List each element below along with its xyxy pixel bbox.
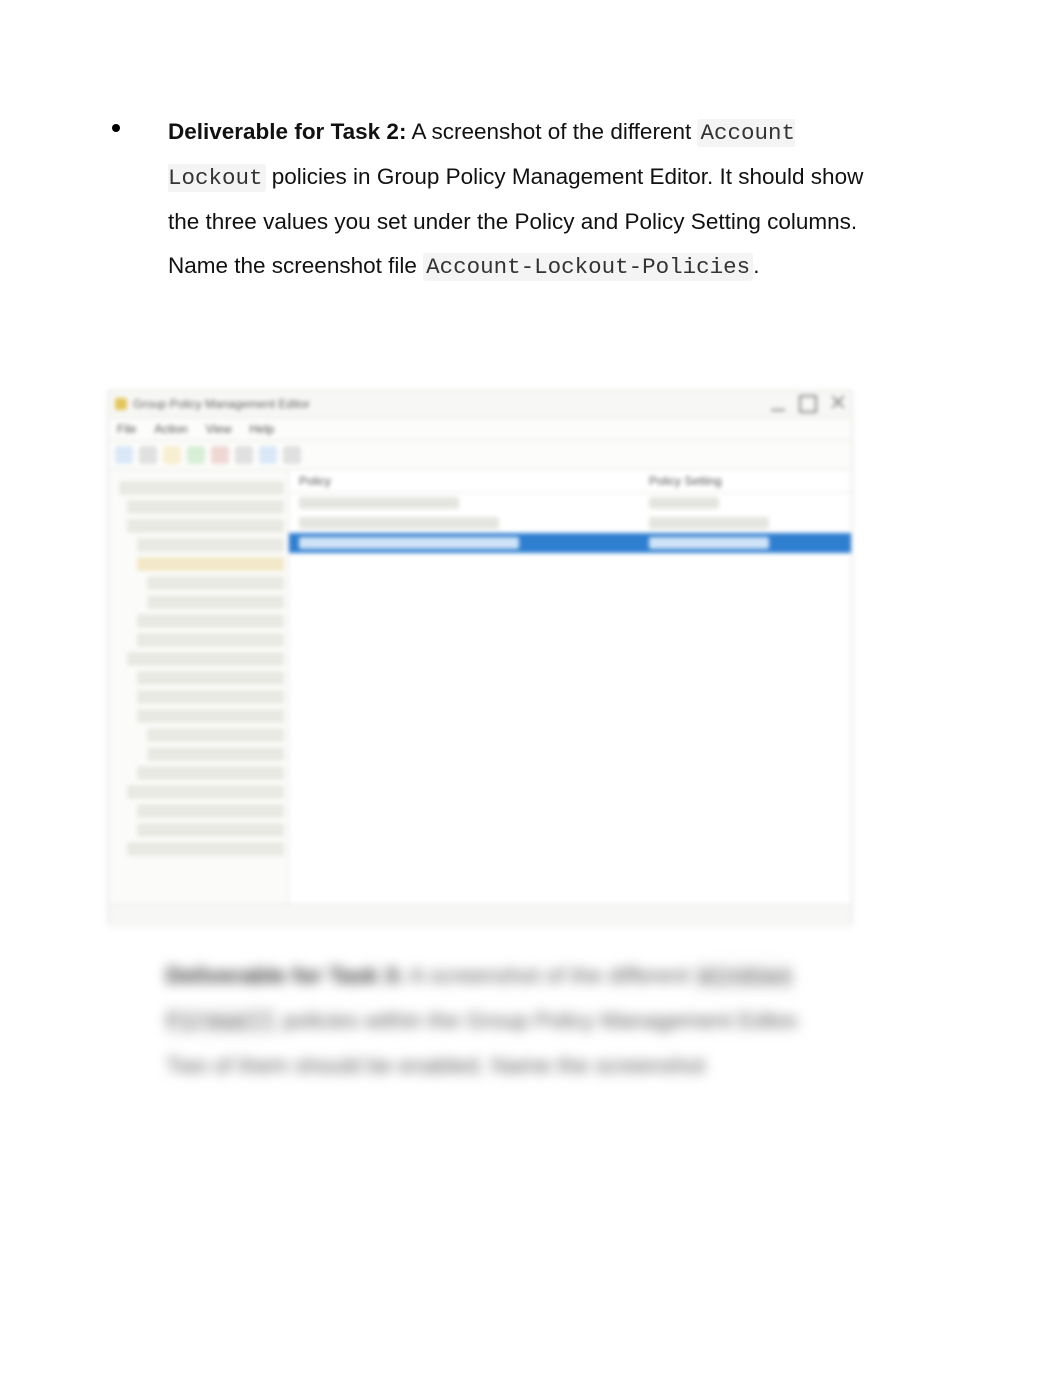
task2-bullet-item: Deliverable for Task 2: A screenshot of … [136, 110, 876, 289]
toolbar-icon [283, 446, 301, 464]
maximize-icon [799, 395, 817, 413]
toolbar-icon [187, 446, 205, 464]
menubar: File Action View Help [109, 418, 851, 441]
task2-label: Deliverable for Task 2: [168, 119, 406, 144]
toolbar [109, 441, 851, 470]
tree-node [137, 690, 284, 704]
cell-placeholder [649, 537, 769, 549]
policy-list: Policy Policy Setting [289, 470, 851, 904]
cell-placeholder [299, 537, 519, 549]
tree-node [147, 747, 284, 761]
tree-node [147, 728, 284, 742]
gpme-screenshot-blurred: Group Policy Management Editor File Acti… [108, 390, 852, 924]
column-setting: Policy Setting [639, 474, 851, 488]
tree-node [119, 481, 284, 495]
window-titlebar: Group Policy Management Editor [109, 391, 851, 418]
task2-text-c: . [753, 253, 759, 278]
task3-text-a: A screenshot of the different [404, 963, 695, 988]
cell-placeholder [299, 497, 459, 509]
task2-text: Deliverable for Task 2: A screenshot of … [168, 110, 876, 289]
task2-text-a: A screenshot of the different [406, 119, 697, 144]
window-buttons [771, 395, 845, 413]
tree-node [127, 785, 284, 799]
tree-node [137, 671, 284, 685]
toolbar-icon [211, 446, 229, 464]
tree-node [127, 500, 284, 514]
toolbar-icon [259, 446, 277, 464]
tree-node [137, 709, 284, 723]
cell-placeholder [649, 517, 769, 529]
menu-action: Action [154, 422, 187, 436]
menu-help: Help [250, 422, 275, 436]
nav-tree [109, 470, 289, 904]
minimize-icon [771, 395, 785, 411]
status-bar [109, 904, 851, 927]
tree-node [127, 652, 284, 666]
menu-file: File [117, 422, 136, 436]
tree-node [127, 519, 284, 533]
list-row-selected [289, 533, 851, 553]
cell-placeholder [649, 497, 719, 509]
task3-blurred-paragraph: Deliverable for Task 3: A screenshot of … [166, 954, 846, 1088]
window-icon [115, 398, 127, 410]
list-header: Policy Policy Setting [289, 470, 851, 493]
tree-node [137, 633, 284, 647]
list-row [289, 493, 851, 513]
tree-node [147, 576, 284, 590]
menu-view: View [206, 422, 232, 436]
toolbar-icon [235, 446, 253, 464]
tree-node [137, 538, 284, 552]
toolbar-icon [163, 446, 181, 464]
bullet-icon [112, 124, 120, 132]
task2-code-b: Account-Lockout-Policies [423, 253, 753, 281]
tree-node [137, 823, 284, 837]
toolbar-icon [115, 446, 133, 464]
tree-node [137, 804, 284, 818]
list-row [289, 513, 851, 533]
tree-node [147, 595, 284, 609]
task3-label: Deliverable for Task 3: [166, 963, 404, 988]
tree-node [137, 766, 284, 780]
cell-placeholder [299, 517, 499, 529]
tree-node [137, 557, 284, 571]
window-title: Group Policy Management Editor [133, 397, 310, 411]
close-icon [831, 395, 845, 409]
tree-node [137, 614, 284, 628]
toolbar-icon [139, 446, 157, 464]
tree-node [127, 842, 284, 856]
column-policy: Policy [289, 474, 639, 488]
